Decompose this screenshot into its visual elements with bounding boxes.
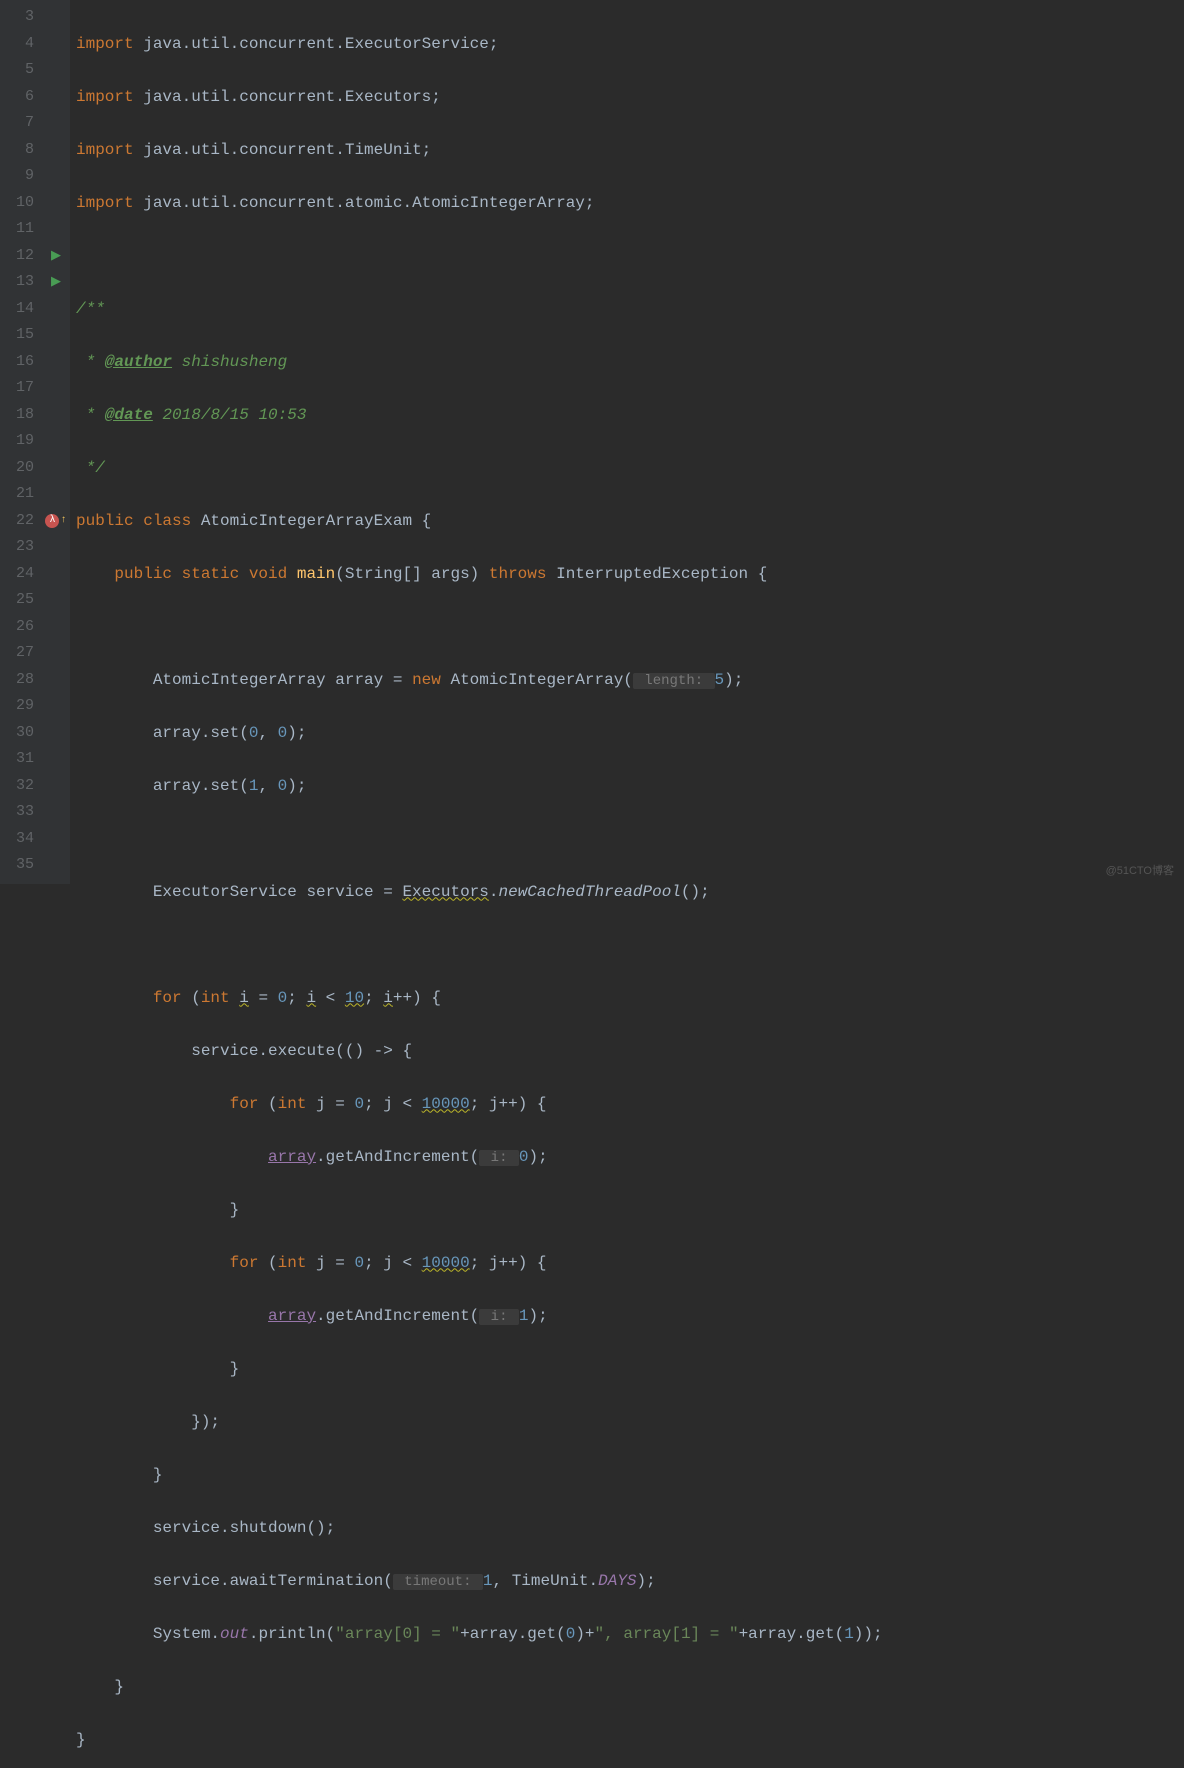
gutter-icons: ▶ ▶ λ↑ [42,0,70,884]
watermark: @51CTO博客 [1106,862,1174,878]
line-number-gutter: 3 4 5 6 7 8 9 10 11 12 13 14 15 16 17 18… [0,0,42,884]
run-icon[interactable]: ▶ [42,243,70,270]
code-content[interactable]: import java.util.concurrent.ExecutorServ… [70,0,1184,884]
lambda-icon[interactable]: λ↑ [42,508,70,535]
run-icon[interactable]: ▶ [42,269,70,296]
code-editor[interactable]: 3 4 5 6 7 8 9 10 11 12 13 14 15 16 17 18… [0,0,1184,884]
